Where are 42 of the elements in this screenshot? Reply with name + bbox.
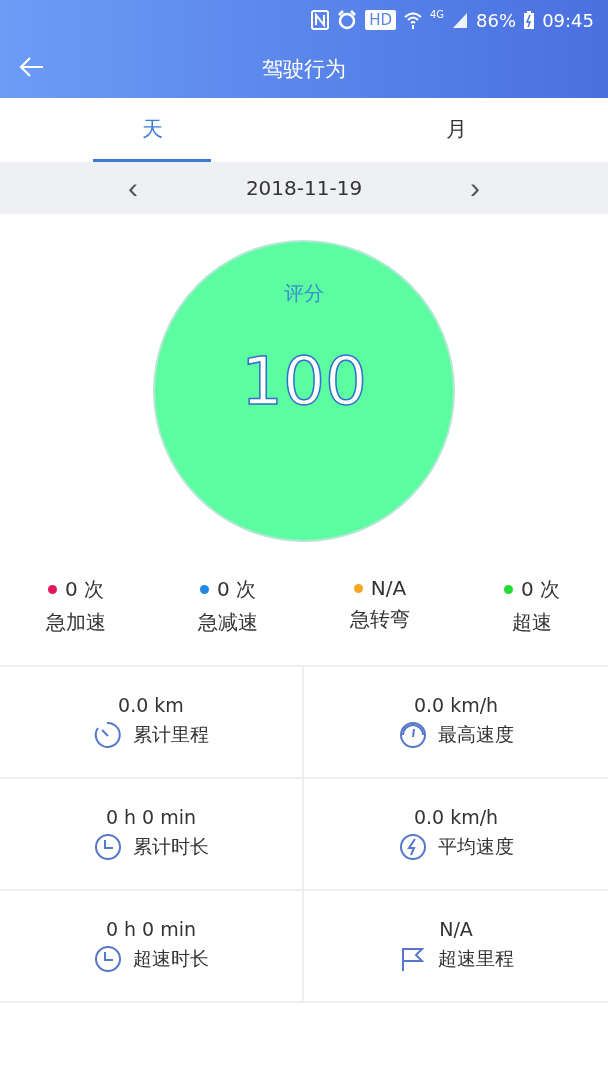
wifi-icon — [404, 11, 422, 29]
stat-label: 超速时长 — [133, 946, 209, 971]
stat-label: 累计里程 — [133, 722, 209, 747]
stat-value: 0.0 km/h — [413, 694, 499, 716]
clock-icon — [93, 944, 123, 974]
event-count: 0 次 — [64, 576, 105, 603]
score-label: 评分 — [284, 280, 324, 307]
clock-time: 09:45 — [542, 9, 594, 31]
stat-value: 0.0 km/h — [413, 806, 499, 828]
battery-charging-icon — [524, 11, 535, 29]
event-label: 急转弯 — [350, 606, 410, 633]
stat-label: 平均速度 — [438, 834, 514, 859]
signal-icon — [452, 12, 469, 28]
event-count: 0 次 — [216, 576, 257, 603]
event-label: 急减速 — [198, 609, 258, 636]
network-type: 4G — [430, 9, 445, 20]
next-date-button[interactable]: › — [462, 171, 489, 205]
gauge-icon — [398, 720, 428, 750]
stat-label: 最高速度 — [438, 722, 514, 747]
score-value: 100 — [241, 343, 367, 420]
event-count: 0 次 — [520, 576, 561, 603]
stat-value: 0.0 km — [118, 694, 184, 716]
stat-value: N/A — [439, 918, 473, 940]
stat-value: 0 h 0 min — [105, 918, 197, 940]
event-count: N/A — [370, 576, 407, 600]
period-tab[interactable]: 月 — [397, 98, 515, 162]
clock-icon — [93, 832, 123, 862]
back-arrow-icon[interactable] — [18, 55, 44, 79]
stat-label: 累计时长 — [133, 834, 209, 859]
stat-value: 0 h 0 min — [105, 806, 197, 828]
stopwatch-icon — [93, 720, 123, 750]
alarm-icon — [337, 10, 358, 30]
nfc-icon — [311, 10, 330, 30]
event-label: 急加速 — [46, 609, 106, 636]
event-label: 超速 — [512, 609, 552, 636]
hd-badge: HD — [365, 10, 396, 30]
previous-date-button[interactable]: ‹ — [119, 171, 146, 205]
page-title: 驾驶行为 — [262, 56, 346, 83]
battery-percent: 86% — [476, 9, 517, 31]
lightning-icon — [398, 832, 428, 862]
current-date: 2018-11-19 — [245, 176, 363, 200]
stat-label: 超速里程 — [438, 946, 514, 971]
